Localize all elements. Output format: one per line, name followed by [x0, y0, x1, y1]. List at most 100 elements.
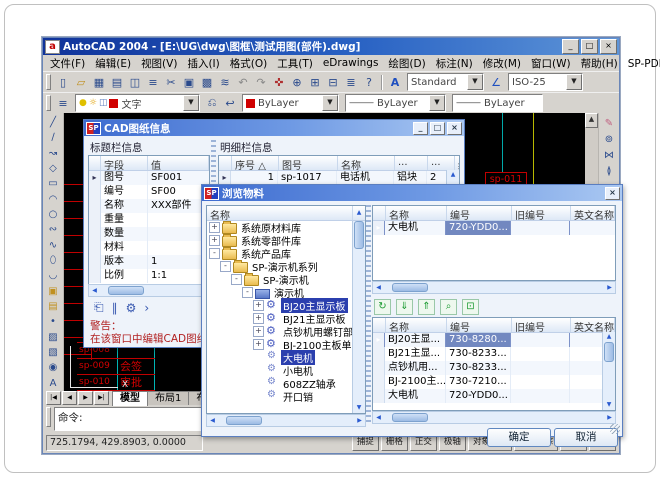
expand-toggle[interactable]: -	[242, 287, 253, 298]
publish-icon[interactable]: ≡	[144, 74, 162, 91]
scroll-left-icon[interactable]: ◀	[89, 286, 100, 295]
expand-toggle[interactable]: -	[231, 274, 242, 285]
menu-item[interactable]: 帮助(H)	[576, 55, 623, 72]
more-icon[interactable]: ›	[144, 301, 149, 315]
table-row[interactable]: 名称 XXX部件	[89, 199, 209, 213]
scroll-thumb[interactable]	[604, 342, 614, 362]
cut-icon[interactable]: ✂	[162, 74, 180, 91]
ok-button[interactable]: 确定	[487, 428, 551, 447]
menu-item[interactable]: 文件(F)	[45, 55, 90, 72]
insert-block-icon[interactable]: ▣	[45, 284, 62, 299]
line-icon[interactable]: ╱	[45, 115, 62, 130]
minimize-button[interactable]: _	[413, 122, 428, 135]
copy-icon[interactable]: ▣	[180, 74, 198, 91]
table-row[interactable]: 材料	[89, 241, 209, 255]
horizontal-scrollbar[interactable]: ◀ ▶	[372, 411, 616, 424]
offset-icon[interactable]: ≬	[601, 163, 618, 179]
scroll-thumb[interactable]	[392, 283, 428, 292]
tree-item[interactable]: 大电机	[207, 351, 353, 364]
open-folder-icon[interactable]: ⊡	[462, 299, 479, 315]
save-file-icon[interactable]: ▦	[90, 74, 108, 91]
table-row[interactable]: 重量	[89, 213, 209, 227]
scroll-right-icon[interactable]: ▶	[604, 283, 615, 292]
column-header-oldcode[interactable]: 旧编号	[512, 206, 571, 220]
layer-manager-icon[interactable]: ≡	[54, 95, 72, 112]
expand-toggle[interactable]: -	[220, 261, 231, 272]
paste-icon[interactable]: ▩	[198, 74, 216, 91]
expand-toggle[interactable]: +	[209, 235, 220, 246]
zoom-window-icon[interactable]: ⊞	[306, 74, 324, 91]
redo-icon[interactable]: ↷	[252, 74, 270, 91]
chevron-down-icon[interactable]: ▼	[467, 74, 483, 90]
menu-item[interactable]: 编辑(E)	[90, 55, 136, 72]
tree-horizontal-scrollbar[interactable]: ◀ ▶	[206, 414, 366, 427]
open-file-icon[interactable]: ▱	[72, 74, 90, 91]
table-row[interactable]: 图号 SF001	[89, 171, 209, 185]
scroll-down-icon[interactable]: ▼	[604, 400, 614, 410]
layer-previous-icon[interactable]: ↩	[221, 95, 239, 112]
close-button[interactable]: ×	[447, 122, 462, 135]
scroll-left-icon[interactable]: ◀	[207, 416, 218, 425]
rectangle-icon[interactable]: ▭	[45, 176, 62, 191]
column-header-name[interactable]: 名称	[338, 156, 395, 170]
scroll-down-icon[interactable]: ▼	[354, 403, 364, 413]
circle-icon[interactable]: ○	[45, 207, 62, 222]
dim-style-combo[interactable]: ISO-25 ▼	[508, 73, 583, 91]
tab-nav-button[interactable]: |◀	[46, 391, 61, 405]
title-bar[interactable]: a AutoCAD 2004 - [E:\UG\dwg\图框\测试用图(部件).…	[43, 38, 619, 55]
table-row[interactable]: BJ-2100主... 730-7210...	[373, 375, 615, 389]
polygon-icon[interactable]: ◇	[45, 161, 62, 176]
layout-tab[interactable]: 布局1	[147, 391, 189, 405]
chevron-down-icon[interactable]: ▼	[322, 95, 338, 111]
scroll-up-icon[interactable]: ▲	[604, 332, 614, 342]
table-row[interactable]: 编号 SF00	[89, 185, 209, 199]
column-header-value[interactable]: 值	[148, 156, 209, 170]
polyline-icon[interactable]: ↝	[45, 146, 62, 161]
make-layer-current-icon[interactable]: ⎌	[203, 95, 221, 112]
scroll-up-icon[interactable]: ▲	[448, 170, 458, 180]
menu-item[interactable]: 工具(T)	[272, 55, 318, 72]
erase-icon[interactable]: ✎	[601, 115, 618, 131]
column-header-oldcode[interactable]: 旧编号	[512, 318, 571, 332]
column-header-name[interactable]: 名称	[386, 318, 447, 332]
cad-dialog-titlebar[interactable]: SP CAD图纸信息 _ □ ×	[84, 120, 464, 136]
plot-preview-icon[interactable]: ◫	[126, 74, 144, 91]
new-file-icon[interactable]: ▯	[54, 74, 72, 91]
scroll-thumb[interactable]	[108, 286, 144, 295]
layout-tab[interactable]: 模型	[112, 391, 148, 406]
scroll-left-icon[interactable]: ◀	[373, 283, 384, 292]
table-row[interactable]: 比例 1:1	[89, 269, 209, 283]
menu-item[interactable]: 格式(O)	[225, 55, 272, 72]
column-header-code[interactable]: 编号	[447, 206, 512, 220]
scroll-right-icon[interactable]: ▶	[354, 416, 365, 425]
linetype-combo[interactable]: ——— ByLayer ▼	[345, 94, 446, 112]
scroll-thumb[interactable]	[226, 416, 262, 425]
text-icon[interactable]: A	[45, 376, 62, 391]
table-row[interactable]: 版本 1	[89, 255, 209, 269]
tree-column-header[interactable]: 名称	[207, 206, 352, 220]
search-icon[interactable]: ⌕	[440, 299, 457, 315]
arc-icon[interactable]: ◠	[45, 192, 62, 207]
undo-icon[interactable]: ↶	[234, 74, 252, 91]
menu-item[interactable]: 绘图(D)	[383, 55, 430, 72]
ellipse-icon[interactable]: ⬯	[45, 253, 62, 268]
download-icon[interactable]: ⇓	[396, 299, 413, 315]
maximize-button[interactable]: □	[430, 122, 445, 135]
barcode-icon[interactable]: ∥	[112, 301, 118, 315]
expand-toggle[interactable]: +	[253, 339, 264, 350]
vertical-scrollbar[interactable]: ▲ ▼	[602, 332, 615, 410]
close-button[interactable]: ×	[605, 187, 620, 200]
copy-object-icon[interactable]: ⊚	[601, 131, 618, 147]
region-icon[interactable]: ▧	[45, 345, 62, 360]
layer-combo[interactable]: ●☼◫ 文字 ▼	[75, 94, 200, 112]
scroll-up-icon[interactable]: ▲	[352, 206, 365, 220]
mirror-icon[interactable]: ⋈	[601, 147, 618, 163]
render-icon[interactable]: ◉	[45, 360, 62, 375]
table-row[interactable]: 1 sp-1017 电话机 铝块 2 sp-017	[219, 171, 459, 185]
plot-icon[interactable]: ▤	[108, 74, 126, 91]
chevron-down-icon[interactable]: ▼	[183, 95, 199, 111]
menu-item[interactable]: 视图(V)	[136, 55, 182, 72]
upload-icon[interactable]: ⇑	[418, 299, 435, 315]
scroll-up-icon[interactable]: ▲	[585, 113, 598, 128]
column-header-code[interactable]: 编号	[447, 318, 512, 332]
